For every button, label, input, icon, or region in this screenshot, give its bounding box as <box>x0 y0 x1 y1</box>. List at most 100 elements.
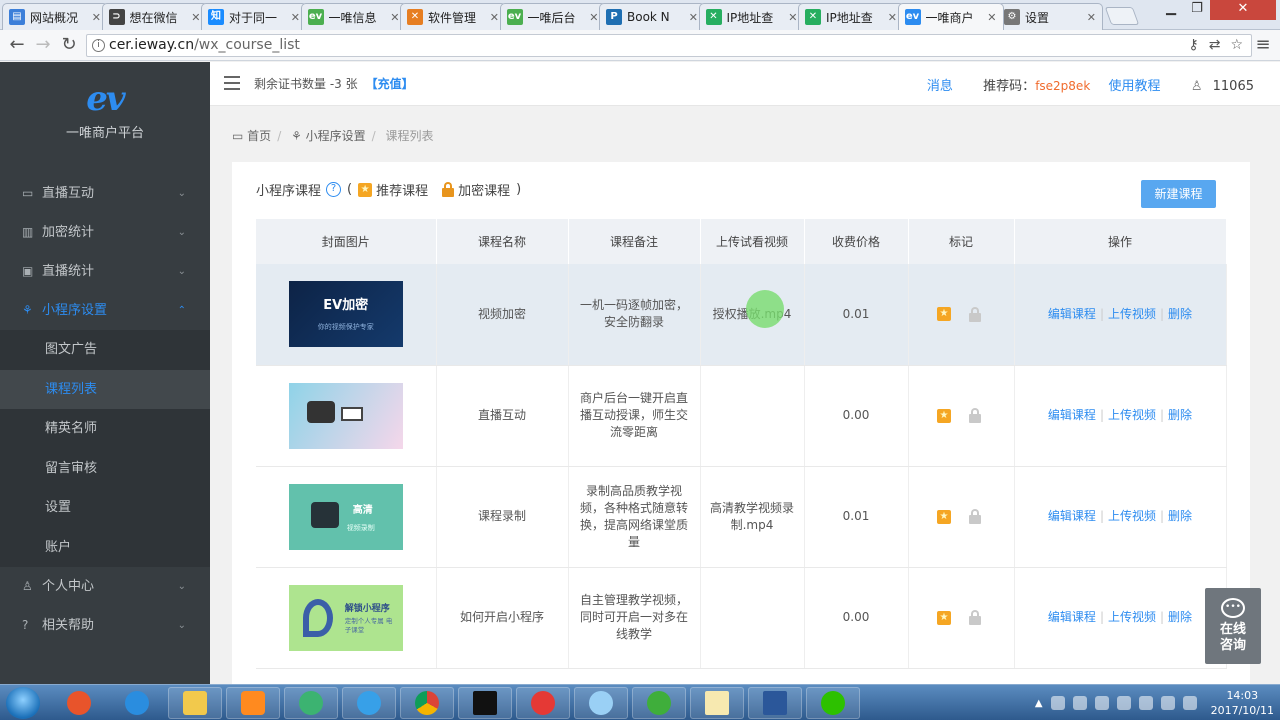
sidebar-item[interactable]: ▭ 直播互动 ⌄ <box>0 174 210 213</box>
sidebar-subitem[interactable]: 精英名师 <box>0 409 210 449</box>
menu-toggle-icon[interactable] <box>224 76 240 90</box>
browser-tab[interactable]: ✕ IP地址查 ✕ <box>698 3 805 30</box>
tab-close-icon[interactable]: ✕ <box>689 11 698 24</box>
recommend-star-icon[interactable] <box>937 610 951 625</box>
browser-tab[interactable]: ✕ IP地址查 ✕ <box>798 3 904 30</box>
browser-tab[interactable]: ⊃ 想在微信 ✕ <box>101 3 208 30</box>
browser-tab[interactable]: P Book N ✕ <box>599 3 705 30</box>
browser-tab[interactable]: ev 一唯后台 ✕ <box>499 3 606 30</box>
taskbar-wechat-icon[interactable] <box>806 687 860 719</box>
edit-course-link[interactable]: 编辑课程 <box>1048 307 1096 321</box>
delete-link[interactable]: 删除 <box>1168 509 1192 523</box>
tab-close-icon[interactable]: ✕ <box>191 11 200 24</box>
taskbar-word-icon[interactable] <box>748 687 802 719</box>
tray-icon[interactable] <box>1094 696 1109 710</box>
browser-tab[interactable]: ✕ 软件管理 ✕ <box>400 3 506 30</box>
sidebar-subitem[interactable]: 课程列表 <box>0 369 210 409</box>
online-consult-widget[interactable]: ••• 在线 咨询 <box>1205 588 1261 664</box>
new-course-button[interactable]: 新建课程 <box>1141 180 1216 208</box>
edit-course-link[interactable]: 编辑课程 <box>1048 509 1096 523</box>
upload-video-link[interactable]: 上传视频 <box>1108 408 1156 422</box>
encrypt-lock-icon[interactable] <box>969 408 981 423</box>
taskbar-app-icon[interactable] <box>110 687 164 719</box>
close-window-icon[interactable]: ✕ <box>1210 0 1276 20</box>
bookmark-star-icon[interactable]: ☆ <box>1230 35 1243 56</box>
taskbar-notepad-icon[interactable] <box>690 687 744 719</box>
start-button[interactable] <box>6 687 40 719</box>
upload-video-link[interactable]: 上传视频 <box>1108 307 1156 321</box>
recommend-star-icon[interactable] <box>937 408 951 423</box>
tutorial-link[interactable]: 使用教程 <box>1109 79 1161 94</box>
sidebar-item[interactable]: ▣ 直播统计 ⌄ <box>0 252 210 291</box>
taskbar-explorer-icon[interactable] <box>168 687 222 719</box>
browser-tab[interactable]: ev 一唯商户 ✕ <box>897 3 1004 30</box>
translate-icon[interactable]: ⇄ <box>1209 35 1221 56</box>
edit-course-link[interactable]: 编辑课程 <box>1048 408 1096 422</box>
taskbar-app-icon[interactable] <box>516 687 570 719</box>
sidebar-subitem[interactable]: 账户 <box>0 528 210 568</box>
forward-arrow-icon[interactable]: → <box>32 34 54 56</box>
tray-icon[interactable] <box>1050 696 1065 710</box>
user-id[interactable]: 11065 <box>1213 79 1254 94</box>
tray-icon[interactable] <box>1160 696 1175 710</box>
info-icon[interactable]: i <box>92 39 105 52</box>
taskbar-app-icon[interactable] <box>284 687 338 719</box>
sidebar-item[interactable]: ? 相关帮助 ⌄ <box>0 606 210 645</box>
taskbar-app-icon[interactable] <box>342 687 396 719</box>
course-cover-image[interactable]: 解锁小程序 定制个人专属 电子课堂 <box>288 584 403 651</box>
browser-tab[interactable]: 知对于同一 ✕ <box>201 3 307 30</box>
key-icon[interactable]: ⚷ <box>1188 35 1198 56</box>
tray-expand-icon[interactable]: ▲ <box>1035 698 1043 709</box>
sidebar-item[interactable]: ▥ 加密统计 ⌄ <box>0 213 210 252</box>
tray-icon[interactable] <box>1138 696 1153 710</box>
tab-close-icon[interactable]: ✕ <box>1087 11 1096 24</box>
delete-link[interactable]: 删除 <box>1168 307 1192 321</box>
user-icon[interactable]: ♙ <box>1191 79 1203 94</box>
sidebar-subitem[interactable]: 图文广告 <box>0 330 210 370</box>
tab-close-icon[interactable]: ✕ <box>390 11 399 24</box>
taskbar-app-icon[interactable] <box>574 687 628 719</box>
help-icon[interactable]: ? <box>326 182 342 197</box>
tab-close-icon[interactable]: ✕ <box>987 11 996 24</box>
reload-icon[interactable]: ↻ <box>58 34 80 56</box>
back-arrow-icon[interactable]: ← <box>6 34 28 56</box>
edit-course-link[interactable]: 编辑课程 <box>1048 610 1096 624</box>
delete-link[interactable]: 删除 <box>1168 408 1192 422</box>
tray-icon[interactable] <box>1072 696 1087 710</box>
sidebar-item[interactable]: ♙ 个人中心 ⌄ <box>0 567 210 606</box>
taskbar-app-icon[interactable] <box>632 687 686 719</box>
upload-video-link[interactable]: 上传视频 <box>1108 610 1156 624</box>
taskbar-chrome-icon[interactable] <box>400 687 454 719</box>
minimize-icon[interactable]: ▁ <box>1158 0 1184 20</box>
browser-menu-icon[interactable]: ≡ <box>1252 34 1274 56</box>
encrypt-lock-icon[interactable] <box>969 509 981 524</box>
tab-close-icon[interactable]: ✕ <box>888 11 897 24</box>
recommend-star-icon[interactable] <box>937 509 951 524</box>
browser-tab[interactable]: ev 一唯信息 ✕ <box>300 3 407 30</box>
taskbar-media-icon[interactable] <box>226 687 280 719</box>
encrypt-lock-icon[interactable] <box>969 610 981 625</box>
course-cover-image[interactable]: EV加密 你的视频保护专家 <box>288 281 403 348</box>
sidebar-subitem[interactable]: 留言审核 <box>0 449 210 489</box>
delete-link[interactable]: 删除 <box>1168 610 1192 624</box>
sidebar-item[interactable]: ⚘ 小程序设置 ⌃ <box>0 291 210 330</box>
course-cover-image[interactable]: 高清 视频录制 <box>288 483 403 550</box>
taskbar-app-icon[interactable] <box>52 687 106 719</box>
tab-close-icon[interactable]: ✕ <box>291 11 300 24</box>
tab-close-icon[interactable]: ✕ <box>589 11 598 24</box>
browser-tab[interactable]: ▤ 网站概况 ✕ <box>2 3 108 30</box>
encrypt-lock-icon[interactable] <box>969 306 981 322</box>
tab-close-icon[interactable]: ✕ <box>92 11 101 24</box>
recommend-star-icon[interactable] <box>937 307 951 322</box>
clock[interactable]: 14:03 2017/10/11 <box>1211 688 1274 718</box>
breadcrumb-section[interactable]: 小程序设置 <box>306 129 366 143</box>
volume-icon[interactable] <box>1182 696 1197 710</box>
maximize-icon[interactable]: ❐ <box>1184 0 1210 20</box>
taskbar-terminal-icon[interactable] <box>458 687 512 719</box>
tab-close-icon[interactable]: ✕ <box>490 11 499 24</box>
breadcrumb-home[interactable]: 首页 <box>247 129 271 143</box>
upload-video-link[interactable]: 上传视频 <box>1108 509 1156 523</box>
messages-link[interactable]: 消息 <box>927 79 953 94</box>
tray-icon[interactable] <box>1116 696 1131 710</box>
tab-close-icon[interactable]: ✕ <box>788 11 797 24</box>
